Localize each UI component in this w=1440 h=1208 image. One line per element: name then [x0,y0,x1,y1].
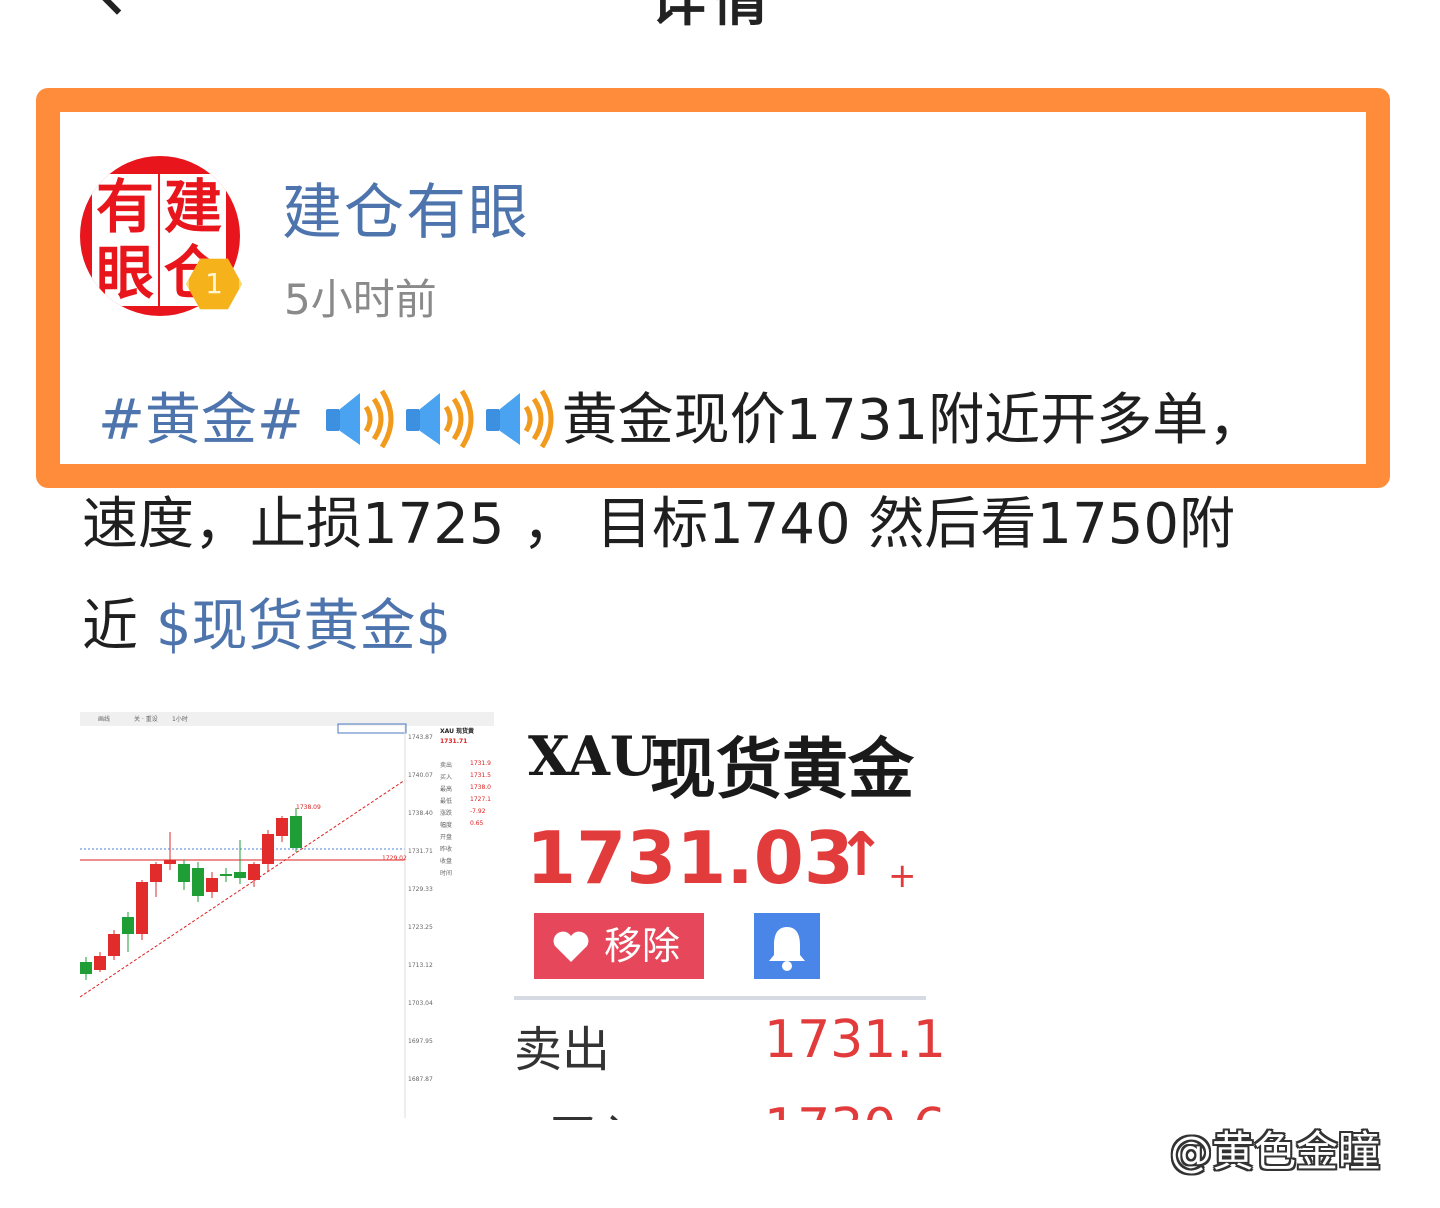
speaker-icon [485,389,554,449]
speaker-icon [325,389,394,449]
candle-body [276,818,288,836]
candle-body [150,864,162,882]
candle-body [248,864,260,880]
side-label: 幅度 [440,822,453,829]
axis-tick-label: 1738.40 [408,810,433,817]
side-value: 1727.1 [470,796,491,803]
axis-tick-label: 1723.25 [408,924,433,931]
axis-tick-label: 1729.33 [408,886,433,893]
candle-body [122,917,134,934]
thumb-price: 1731.71 [440,738,468,745]
candle-body [220,874,232,876]
back-arrow-icon[interactable] [87,0,147,15]
side-label: 昨收 [440,846,453,853]
side-label: 时间 [440,870,453,877]
stock-tag-link[interactable]: $现货黄金$ [156,594,451,659]
post-text: 速度，止损1725 ， 目标1740 然后看1750附 [82,492,1235,557]
up-arrow-icon: ↑ [836,820,887,890]
candle-body [192,868,204,896]
speaker-icon [405,389,474,449]
post-line: #黄金# 黄金现价1731附近开多单， [98,386,1264,456]
candle-body [206,878,218,892]
change-prefix: + [888,856,917,896]
buy-value: 1730.6 [764,1098,946,1120]
sell-value: 1731.1 [764,1010,946,1070]
page-title: 详情 [650,0,774,34]
post-text: 黄金现价1731附近开多单， [561,388,1265,453]
price-line-label: 1729.02 [382,855,407,862]
divider [514,996,926,1000]
toolbar-item[interactable]: 画线 [98,714,110,723]
candle-body [80,962,92,974]
heart-icon [553,931,589,962]
bell-icon [769,927,805,971]
axis-tick-label: 1687.87 [408,1076,433,1083]
side-value: 1731.9 [470,760,491,767]
candle-body [108,934,120,956]
axis-tick-label: 1740.07 [408,772,433,779]
candle-body [136,882,148,934]
candle-body [262,834,274,864]
post-line: 近 $现货黄金$ [82,592,451,662]
axis-tick-label: 1713.12 [408,962,433,969]
candle-body [94,956,106,970]
high-label: 1738.09 [296,804,321,811]
side-value: 1731.5 [470,772,491,779]
avatar-char: 有 [92,174,158,240]
axis-tick-label: 1743.87 [408,734,433,741]
remove-label: 移除 [604,924,681,968]
post-text: 近 [82,594,156,659]
axis-tick-label: 1731.71 [408,848,433,855]
quote-code: XAU [528,724,657,788]
candle-body [164,860,176,864]
side-label: 涨跌 [440,810,453,817]
watermark: @黄色金瞳 [1170,1127,1381,1176]
axis-tick-label: 1697.95 [408,1038,433,1045]
alert-button[interactable] [754,913,820,979]
post-time: 5小时前 [284,275,437,324]
side-label: 最低 [440,798,453,805]
side-label: 开盘 [440,834,453,841]
quote-price: 1731.03 [526,816,854,900]
side-label: 买入 [440,774,453,781]
side-label: 收盘 [440,858,453,865]
side-value: 0.65 [470,820,484,827]
axis-tick-label: 1703.04 [408,1000,433,1007]
side-label: 卖出 [440,762,453,769]
sell-label: 卖出 [514,1022,611,1078]
side-value: -7.92 [470,808,486,815]
candle-body [178,864,190,882]
chart-thumbnail[interactable]: 画线 关 · 重设 1小时 1738.09 1729.02 XAU 现货黄 17… [80,712,494,1118]
buy-label: 买入 [548,1098,644,1120]
avatar-char: 眼 [92,240,158,306]
side-label: 最高 [440,786,453,793]
thumb-header: XAU 现货黄 [440,728,475,735]
side-value: 1738.0 [470,784,491,791]
toolbar-item[interactable]: 1小时 [172,714,188,723]
candle-body [290,816,302,848]
avatar-char: 建 [160,174,226,240]
hashtag-link[interactable]: #黄金# [98,388,304,453]
author-name[interactable]: 建仓有眼 [282,164,530,251]
quote-name: 现货黄金 [650,730,914,808]
candle-body [234,872,246,878]
remove-watchlist-button[interactable]: 移除 [534,913,704,979]
toolbar-item[interactable]: 关 · 重设 [134,714,158,723]
